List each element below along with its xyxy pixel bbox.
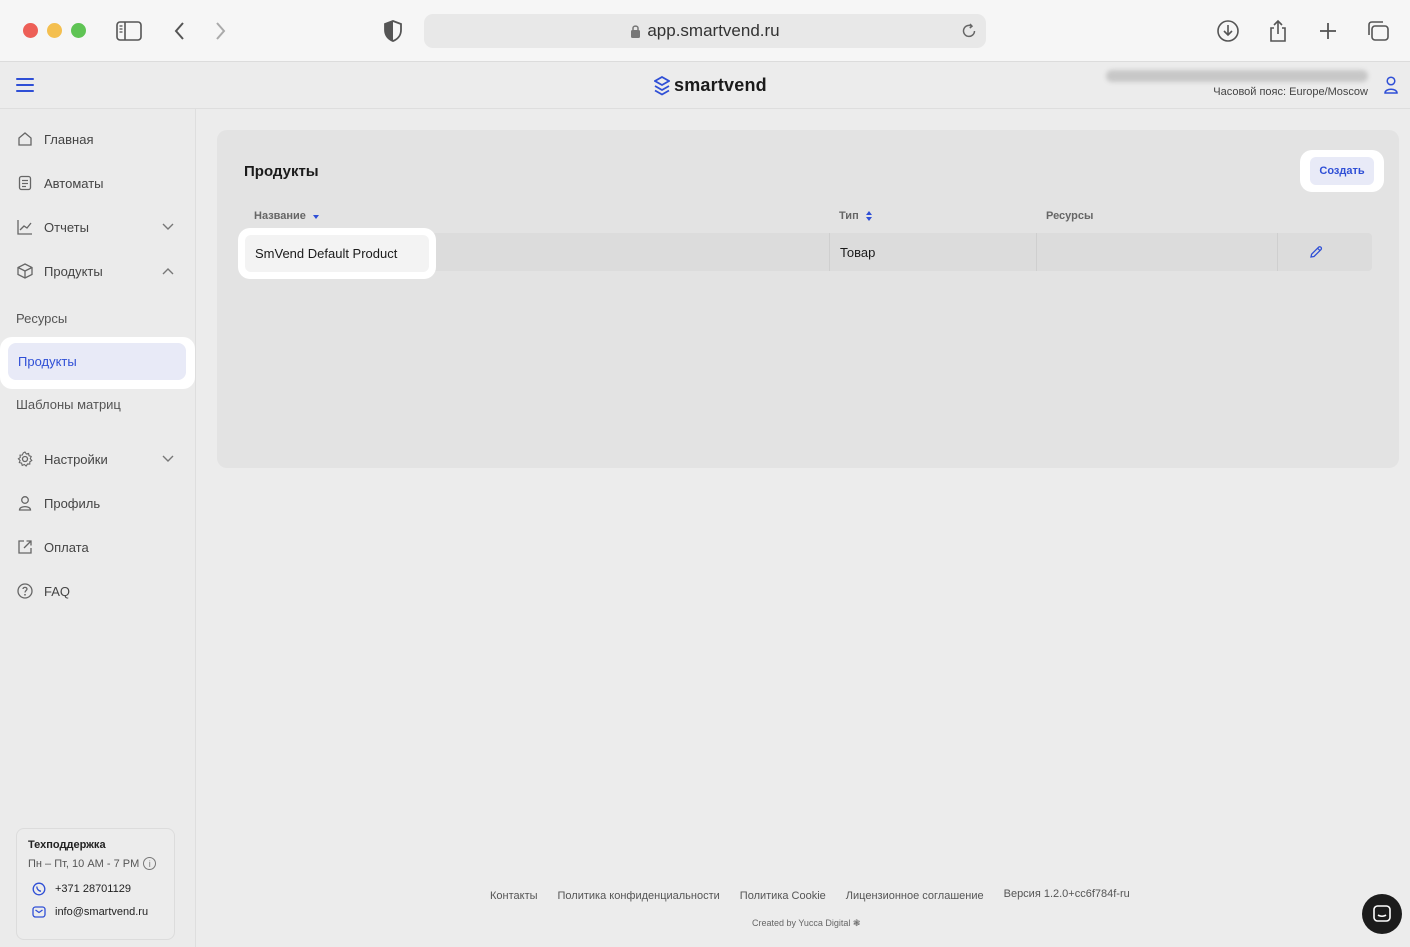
sidebar-subitem-resources[interactable]: Ресурсы <box>16 311 67 326</box>
support-phone-text: +371 28701129 <box>55 883 131 895</box>
products-card: Продукты Создать Название Тип Ресурсы То… <box>217 130 1399 468</box>
sidebar-item-label: Отчеты <box>44 219 89 235</box>
support-email-text: info@smartvend.ru <box>55 906 149 918</box>
home-icon <box>16 130 34 148</box>
user-info: Часовой пояс: Europe/Moscow <box>1106 70 1368 98</box>
footer-link-privacy[interactable]: Политика конфиденциальности <box>558 890 720 902</box>
tabs-overview-icon[interactable] <box>1364 17 1392 45</box>
sort-desc-icon <box>312 212 320 220</box>
gear-icon <box>16 450 34 468</box>
sidebar-item-label: FAQ <box>44 583 71 599</box>
column-header-name[interactable]: Название <box>254 210 320 222</box>
highlight-frame: Продукты <box>0 337 195 389</box>
support-title: Техподдержка <box>28 839 106 851</box>
column-divider <box>829 233 830 271</box>
sort-icon <box>865 210 873 222</box>
chevron-down-icon[interactable] <box>160 451 176 467</box>
create-button[interactable]: Создать <box>1310 157 1374 185</box>
external-link-icon <box>16 538 34 556</box>
maximize-window-button[interactable] <box>71 23 86 38</box>
sidebar-item-reports[interactable]: Отчеты <box>16 215 89 239</box>
support-hours-text: Пн – Пт, 10 AM - 7 PM <box>28 857 140 870</box>
box-icon <box>16 262 34 280</box>
sidebar-item-label: Профиль <box>44 495 101 511</box>
chart-icon <box>16 218 34 236</box>
shield-icon[interactable] <box>379 17 407 45</box>
sidebar-item-products[interactable]: Продукты <box>16 259 103 283</box>
footer-link-contacts[interactable]: Контакты <box>490 890 538 902</box>
logo-text: smartvend <box>674 75 767 95</box>
forward-icon[interactable] <box>206 17 234 45</box>
menu-icon[interactable] <box>16 78 34 92</box>
sidebar-item-label: Оплата <box>44 539 89 555</box>
user-icon[interactable] <box>1384 76 1398 99</box>
lock-icon <box>630 24 641 39</box>
list-icon <box>16 174 34 192</box>
support-box: Техподдержка Пн – Пт, 10 AM - 7 PM i +37… <box>16 828 175 940</box>
created-by[interactable]: Created by Yucca Digital ❃ <box>752 918 860 929</box>
column-header-label: Тип <box>839 210 859 222</box>
column-divider <box>1036 233 1037 271</box>
footer-link-license[interactable]: Лицензионное соглашение <box>846 890 984 902</box>
edit-icon[interactable] <box>1307 243 1325 261</box>
chevron-down-icon[interactable] <box>160 219 176 235</box>
sidebar-item-faq[interactable]: FAQ <box>16 579 70 603</box>
cell-name[interactable]: SmVend Default Product <box>245 235 429 272</box>
timezone-label: Часовой пояс: Europe/Moscow <box>1213 86 1368 98</box>
browser-toolbar: app.smartvend.ru <box>0 0 1410 62</box>
sidebar-item-payment[interactable]: Оплата <box>16 535 89 559</box>
column-header-label: Название <box>254 210 306 222</box>
user-icon <box>16 494 34 512</box>
mail-icon <box>32 905 46 919</box>
blurred-user-name <box>1106 70 1368 82</box>
minimize-window-button[interactable] <box>47 23 62 38</box>
share-icon[interactable] <box>1264 17 1292 45</box>
cell-type: Товар <box>840 244 876 260</box>
sidebar-item-profile[interactable]: Профиль <box>16 491 100 515</box>
column-divider <box>1277 233 1278 271</box>
sidebar-subitem-matrix-templates[interactable]: Шаблоны матриц <box>16 397 121 412</box>
support-hours: Пн – Пт, 10 AM - 7 PM i <box>28 857 163 870</box>
highlight-frame: SmVend Default Product <box>238 228 436 279</box>
chat-button[interactable] <box>1362 894 1402 934</box>
info-icon[interactable]: i <box>143 857 157 870</box>
back-icon[interactable] <box>166 17 194 45</box>
column-header-label: Ресурсы <box>1046 210 1094 222</box>
page-title: Продукты <box>244 163 319 180</box>
footer-link-cookie[interactable]: Политика Cookie <box>740 890 826 902</box>
url-text: app.smartvend.ru <box>647 21 780 40</box>
reload-icon[interactable] <box>958 20 980 42</box>
sidebar-item-label: Продукты <box>44 263 103 279</box>
support-email[interactable]: info@smartvend.ru <box>28 905 163 919</box>
logo[interactable]: smartvend <box>654 75 767 96</box>
address-bar[interactable]: app.smartvend.ru <box>424 14 986 48</box>
footer: Контакты Политика конфиденциальности Пол… <box>490 888 1130 902</box>
chevron-up-icon[interactable] <box>160 263 176 279</box>
sidebar-subitem-products[interactable]: Продукты <box>8 343 186 380</box>
column-header-resources: Ресурсы <box>1046 210 1093 222</box>
sidebar-item-label: Главная <box>44 131 94 147</box>
app-header: smartvend Часовой пояс: Europe/Moscow <box>0 62 1410 109</box>
version-label: Версия 1.2.0+cc6f784f-ru <box>1003 888 1130 900</box>
whatsapp-icon <box>32 882 46 896</box>
sidebar: Главная Автоматы Отчеты Продукты Ресурсы… <box>0 109 196 947</box>
support-phone[interactable]: +371 28701129 <box>28 882 163 896</box>
sidebar-toggle-icon[interactable] <box>115 17 143 45</box>
close-window-button[interactable] <box>23 23 38 38</box>
sidebar-item-label: Настройки <box>44 451 108 467</box>
chat-icon <box>1373 905 1391 922</box>
sidebar-item-home[interactable]: Главная <box>16 127 93 151</box>
sidebar-item-label: Автоматы <box>44 175 104 191</box>
download-icon[interactable] <box>1214 17 1242 45</box>
question-icon <box>16 582 34 600</box>
highlight-frame: Создать <box>1300 150 1384 192</box>
sidebar-item-settings[interactable]: Настройки <box>16 447 108 471</box>
column-header-type[interactable]: Тип <box>839 210 873 222</box>
new-tab-icon[interactable] <box>1314 17 1342 45</box>
logo-icon <box>654 75 670 96</box>
sidebar-item-machines[interactable]: Автоматы <box>16 171 104 195</box>
